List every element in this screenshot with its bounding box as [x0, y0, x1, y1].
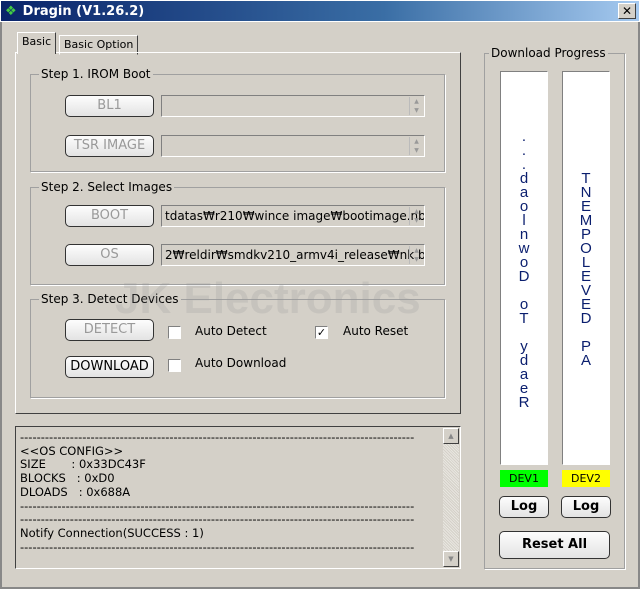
close-button[interactable]: ✕ — [618, 3, 636, 19]
reset-all-button[interactable]: Reset All — [499, 531, 610, 559]
dev1-log-button[interactable]: Log — [499, 496, 549, 518]
bl1-field[interactable]: ▲ ▼ — [161, 95, 425, 117]
auto-download-label: Auto Download — [195, 356, 287, 370]
step2-group: Step 2. Select Images BOOT tdatas₩r210₩w… — [30, 180, 445, 285]
bl1-button[interactable]: BL1 — [65, 95, 154, 117]
dragon-icon: ❖ — [5, 3, 17, 19]
boot-field[interactable]: tdatas₩r210₩wince image₩bootimage.nb0 ▲ ▼ — [161, 205, 425, 227]
dev2-progress-text: AP DEVELOPMENT — [577, 170, 595, 366]
step2-title: Step 2. Select Images — [39, 180, 175, 194]
log-output[interactable]: ----------------------------------------… — [15, 426, 461, 569]
auto-download-checkbox[interactable] — [168, 359, 181, 372]
download-progress-title: Download Progress — [489, 46, 608, 60]
tsr-image-button[interactable]: TSR IMAGE — [65, 135, 154, 157]
boot-button[interactable]: BOOT — [65, 205, 154, 227]
step3-title: Step 3. Detect Devices — [39, 292, 181, 306]
auto-detect-checkbox[interactable] — [168, 326, 181, 339]
step1-group: Step 1. IROM Boot BL1 ▲ ▼ TSR IMAGE ▲ ▼ — [30, 67, 445, 172]
log-scrollbar[interactable]: ▲ ▼ — [443, 428, 459, 567]
auto-detect-label: Auto Detect — [195, 324, 267, 338]
scroll-up-icon[interactable]: ▲ — [443, 428, 459, 444]
spin-icon[interactable]: ▲ ▼ — [409, 137, 423, 155]
dev1-progress-bar: Ready To Download... — [500, 71, 548, 465]
spin-icon[interactable]: ▲ ▼ — [409, 97, 423, 115]
download-button[interactable]: DOWNLOAD — [65, 356, 154, 378]
boot-path: tdatas₩r210₩wince image₩bootimage.nb0 — [165, 209, 425, 223]
log-lines: ----------------------------------------… — [20, 430, 415, 554]
spin-icon[interactable]: ▲ ▼ — [409, 246, 423, 264]
scroll-down-icon[interactable]: ▼ — [443, 551, 459, 567]
tsr-image-field[interactable]: ▲ ▼ — [161, 135, 425, 157]
spin-icon[interactable]: ▲ ▼ — [409, 207, 423, 225]
dev2-progress-bar: AP DEVELOPMENT — [562, 71, 610, 465]
dev2-log-button[interactable]: Log — [561, 496, 611, 518]
title-bar: ❖ Dragin (V1.26.2) ✕ — [0, 0, 640, 22]
dev1-progress-text: Ready To Download... — [515, 128, 533, 408]
tab-basic[interactable]: Basic — [17, 32, 57, 54]
step3-group: Step 3. Detect Devices DETECT DOWNLOAD A… — [30, 292, 445, 398]
auto-reset-label: Auto Reset — [343, 324, 409, 338]
step1-title: Step 1. IROM Boot — [39, 67, 153, 81]
detect-button[interactable]: DETECT — [65, 319, 154, 341]
os-button[interactable]: OS — [65, 244, 154, 266]
os-path: 2₩reldir₩smdkv210_armv4i_release₩nk.bin — [165, 248, 425, 262]
tab-panel: Step 1. IROM Boot BL1 ▲ ▼ TSR IMAGE ▲ ▼ St… — [15, 52, 461, 414]
dev2-status: DEV2 — [562, 470, 610, 487]
os-field[interactable]: 2₩reldir₩smdkv210_armv4i_release₩nk.bin ▲… — [161, 244, 425, 266]
auto-reset-checkbox[interactable]: ✓ — [315, 326, 328, 339]
dev1-status: DEV1 — [500, 470, 548, 487]
window-title: Dragin (V1.26.2) — [22, 3, 145, 19]
